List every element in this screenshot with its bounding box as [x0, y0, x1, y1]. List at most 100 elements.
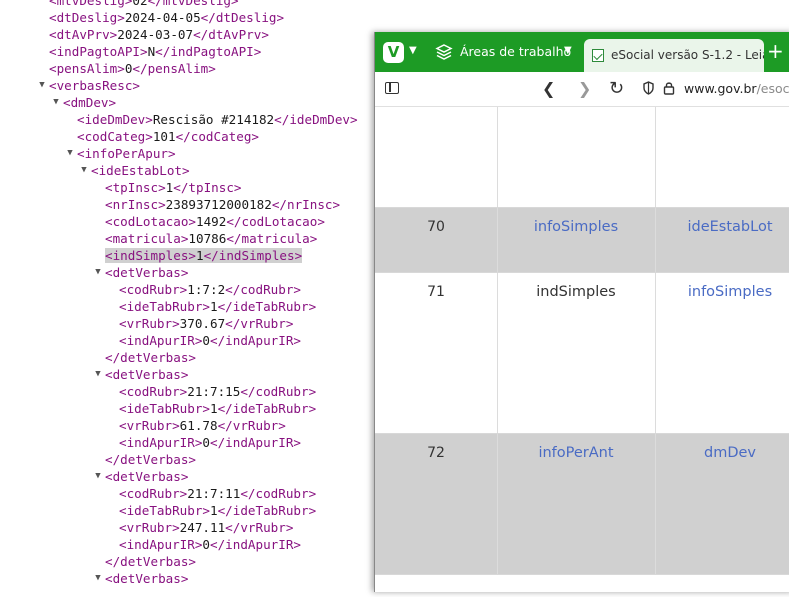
- xml-line: <vrRubr>370.67</vrRubr>: [119, 315, 293, 332]
- vivaldi-logo[interactable]: V: [383, 42, 404, 63]
- address-bar[interactable]: www.gov.br/esocial: [684, 72, 789, 106]
- xml-close-tag: </indApurIR>: [210, 435, 301, 450]
- xml-close-tag: </vrRubr>: [225, 316, 294, 331]
- column-divider: [497, 107, 498, 207]
- xml-open-tag: <detVerbas>: [105, 265, 189, 280]
- row-number: 72: [427, 445, 445, 461]
- xml-text-value: 23893712000182: [165, 197, 272, 212]
- xml-text-value: 21:7:11: [187, 486, 241, 501]
- xml-close-tag: </dtAvPrv>: [193, 27, 269, 42]
- xml-open-tag: <vrRubr>: [119, 520, 180, 535]
- field-name: indSimples: [536, 284, 616, 300]
- xml-open-tag: <ideEstabLot>: [91, 163, 190, 178]
- reload-button[interactable]: ↻: [609, 72, 624, 106]
- table-row: 72 infoPerAnt dmDev: [375, 434, 789, 575]
- xml-close-tag: </matricula>: [226, 231, 318, 246]
- forward-button[interactable]: ❯: [578, 72, 591, 106]
- xml-text-value: 1492: [196, 214, 227, 229]
- xml-open-tag: </detVerbas>: [105, 554, 196, 569]
- xml-line: <detVerbas>: [105, 468, 188, 485]
- xml-line: <mtvDeslig>02</mtvDeslig>: [49, 0, 239, 9]
- xml-close-tag: </tpInsc>: [173, 180, 242, 195]
- xml-close-tag: </indSimples>: [203, 248, 303, 263]
- xml-line: <ideTabRubr>1</ideTabRubr>: [119, 502, 316, 519]
- xml-open-tag: <pensAlim>: [49, 61, 125, 76]
- xml-close-tag: </codRubr>: [240, 384, 317, 399]
- xml-text-value: 1: [210, 401, 218, 416]
- xml-close-tag: </nrInsc>: [271, 197, 341, 212]
- xml-open-tag: <codRubr>: [119, 486, 188, 501]
- xml-line: <indApurIR>0</indApurIR>: [119, 332, 301, 349]
- collapse-toggle-icon[interactable]: ▼: [37, 77, 47, 94]
- xml-open-tag: <detVerbas>: [105, 367, 189, 382]
- row-number: 70: [427, 219, 445, 235]
- xml-open-tag: <codRubr>: [119, 384, 188, 399]
- xml-text-value: 0: [202, 333, 210, 348]
- parent-link[interactable]: dmDev: [655, 445, 789, 461]
- xml-line: <indApurIR>0</indApurIR>: [119, 434, 301, 451]
- collapse-toggle-icon[interactable]: ▼: [93, 468, 103, 485]
- xml-line: <detVerbas>: [105, 366, 188, 383]
- collapse-toggle-icon[interactable]: ▼: [79, 162, 89, 179]
- browser-window: V ▼ Áreas de trabalho ▼ eSocial versão S…: [374, 32, 789, 592]
- address-toolbar: ❮ ❯ ↻ www.gov.br/esocial: [375, 72, 789, 107]
- workspaces-icon[interactable]: [435, 43, 453, 61]
- xml-line: <codRubr>1:7:2</codRubr>: [119, 281, 301, 298]
- xml-line: <ideEstabLot>: [91, 162, 190, 179]
- xml-close-tag: </indPagtoAPI>: [155, 44, 262, 59]
- column-divider: [655, 208, 656, 272]
- xml-open-tag: <indApurIR>: [119, 435, 203, 450]
- workspaces-chevron-down-icon[interactable]: ▼: [564, 45, 572, 56]
- collapse-toggle-icon[interactable]: ▼: [51, 94, 61, 111]
- xml-text-value: 101: [152, 129, 176, 144]
- active-tab[interactable]: eSocial versão S-1.2 - Leiaute: [584, 39, 764, 72]
- group-link[interactable]: infoPerAnt: [497, 445, 655, 461]
- xml-open-tag: <detVerbas>: [105, 469, 189, 484]
- shield-icon[interactable]: [643, 81, 654, 95]
- xml-line: <codRubr>21:7:15</codRubr>: [119, 383, 316, 400]
- xml-text-value: 2024-03-07: [117, 27, 194, 42]
- xml-line: <verbasResc>: [49, 77, 140, 94]
- new-tab-button[interactable]: +: [767, 39, 784, 63]
- lock-icon[interactable]: [663, 81, 675, 95]
- xml-open-tag: <codLotacao>: [105, 214, 196, 229]
- page-content: 70 infoSimples ideEstabLot 71 indSimples info…: [375, 107, 789, 597]
- collapse-toggle-icon[interactable]: ▼: [65, 145, 75, 162]
- panel-toggle-icon[interactable]: [385, 82, 399, 94]
- group-link[interactable]: infoSimples: [497, 219, 655, 235]
- collapse-toggle-icon[interactable]: ▼: [93, 570, 103, 587]
- xml-close-tag: </mtvDeslig>: [147, 0, 239, 8]
- xml-line: <dtAvPrv>2024-03-07</dtAvPrv>: [49, 26, 269, 43]
- xml-text-value: 02: [132, 0, 148, 8]
- parent-link[interactable]: infoSimples: [655, 284, 789, 300]
- parent-link[interactable]: ideEstabLot: [655, 219, 789, 235]
- menu-chevron-down-icon[interactable]: ▼: [409, 45, 417, 56]
- xml-line: <indSimples>1</indSimples>: [105, 247, 303, 264]
- back-button[interactable]: ❮: [542, 72, 555, 106]
- xml-open-tag: <indApurIR>: [119, 333, 203, 348]
- xml-open-tag: <codRubr>: [119, 282, 188, 297]
- xml-open-tag: <dtDeslig>: [49, 10, 125, 25]
- xml-text-value: 1: [210, 299, 218, 314]
- xml-close-tag: </dtDeslig>: [200, 10, 285, 25]
- xml-line: <indPagtoAPI>N</indPagtoAPI>: [49, 43, 261, 60]
- collapse-toggle-icon[interactable]: ▼: [93, 366, 103, 383]
- xml-close-tag: </ideTabRubr>: [217, 503, 317, 518]
- xml-text-value: 247.11: [179, 520, 226, 535]
- xml-open-tag: <vrRubr>: [119, 316, 180, 331]
- xml-open-tag: <dtAvPrv>: [49, 27, 118, 42]
- xml-open-tag: <ideTabRubr>: [119, 299, 210, 314]
- xml-line: <detVerbas>: [105, 570, 188, 587]
- xml-line: <dtDeslig>2024-04-05</dtDeslig>: [49, 9, 284, 26]
- xml-line: <detVerbas>: [105, 264, 188, 281]
- xml-open-tag: <ideTabRubr>: [119, 401, 210, 416]
- table-row: [375, 107, 789, 208]
- xml-open-tag: <infoPerApur>: [77, 146, 176, 161]
- xml-text-value: 2024-04-05: [124, 10, 201, 25]
- xml-close-tag: </codRubr>: [240, 486, 317, 501]
- workspaces-label[interactable]: Áreas de trabalho: [460, 44, 571, 59]
- collapse-toggle-icon[interactable]: ▼: [93, 264, 103, 281]
- xml-line: <vrRubr>247.11</vrRubr>: [119, 519, 293, 536]
- xml-open-tag: <tpInsc>: [105, 180, 166, 195]
- xml-line: <matricula>10786</matricula>: [105, 230, 317, 247]
